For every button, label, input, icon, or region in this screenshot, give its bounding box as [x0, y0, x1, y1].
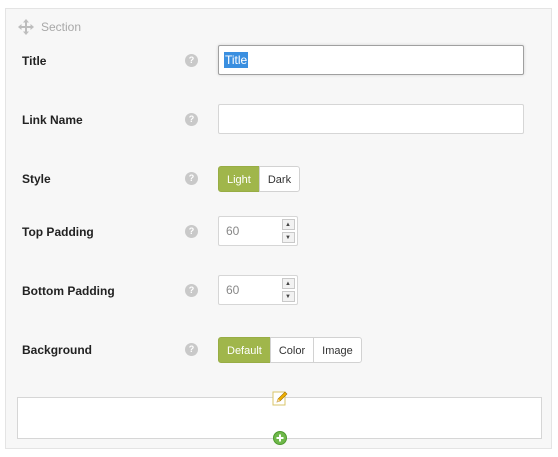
spin-buttons: ▲ ▼ — [282, 219, 295, 243]
link-name-input[interactable] — [218, 104, 524, 134]
top-padding-row: Top Padding ? 60 ▲ ▼ — [6, 215, 553, 249]
bottom-padding-row: Bottom Padding ? 60 ▲ ▼ — [6, 274, 553, 308]
move-icon[interactable] — [18, 19, 34, 35]
title-label: Title — [22, 54, 47, 68]
title-row: Title ? Title — [6, 44, 553, 78]
increment-button[interactable]: ▲ — [282, 278, 295, 289]
help-icon[interactable]: ? — [185, 113, 198, 126]
section-header[interactable]: Section — [18, 18, 81, 36]
decrement-button[interactable]: ▼ — [282, 291, 295, 302]
help-icon[interactable]: ? — [185, 225, 198, 238]
top-padding-label: Top Padding — [22, 225, 94, 239]
pencil-icon[interactable] — [272, 390, 288, 406]
style-label: Style — [22, 172, 51, 186]
spin-buttons: ▲ ▼ — [282, 278, 295, 302]
background-color-button[interactable]: Color — [269, 337, 315, 363]
help-icon[interactable]: ? — [185, 172, 198, 185]
help-icon[interactable]: ? — [185, 284, 198, 297]
style-toggle: Light Dark — [218, 166, 301, 192]
increment-button[interactable]: ▲ — [282, 219, 295, 230]
background-row: Background ? Default Color Image — [6, 333, 553, 367]
bottom-padding-stepper[interactable]: 60 ▲ ▼ — [218, 275, 298, 305]
background-default-button[interactable]: Default — [218, 337, 271, 363]
up-arrow-icon: ▲ — [285, 281, 291, 287]
top-padding-stepper[interactable]: 60 ▲ ▼ — [218, 216, 298, 246]
link-name-row: Link Name ? — [6, 103, 553, 137]
style-row: Style ? Light Dark — [6, 162, 553, 196]
style-light-button[interactable]: Light — [218, 166, 260, 192]
section-panel: Section Title ? Title Link Name ? Style … — [5, 8, 552, 449]
title-input[interactable]: Title — [218, 45, 524, 75]
bottom-padding-value: 60 — [226, 283, 240, 297]
top-padding-value: 60 — [226, 224, 240, 238]
decrement-button[interactable]: ▼ — [282, 232, 295, 243]
bottom-padding-label: Bottom Padding — [22, 284, 115, 298]
link-name-label: Link Name — [22, 113, 83, 127]
background-image-button[interactable]: Image — [313, 337, 362, 363]
help-icon[interactable]: ? — [185, 343, 198, 356]
style-dark-button[interactable]: Dark — [258, 166, 301, 192]
section-label: Section — [41, 20, 82, 34]
down-arrow-icon: ▼ — [285, 294, 291, 300]
add-circle-icon[interactable] — [273, 431, 287, 445]
up-arrow-icon: ▲ — [285, 222, 291, 228]
down-arrow-icon: ▼ — [285, 235, 291, 241]
help-icon[interactable]: ? — [185, 54, 198, 67]
background-label: Background — [22, 343, 93, 357]
title-input-value: Title — [224, 52, 249, 68]
background-toggle: Default Color Image — [218, 337, 362, 363]
